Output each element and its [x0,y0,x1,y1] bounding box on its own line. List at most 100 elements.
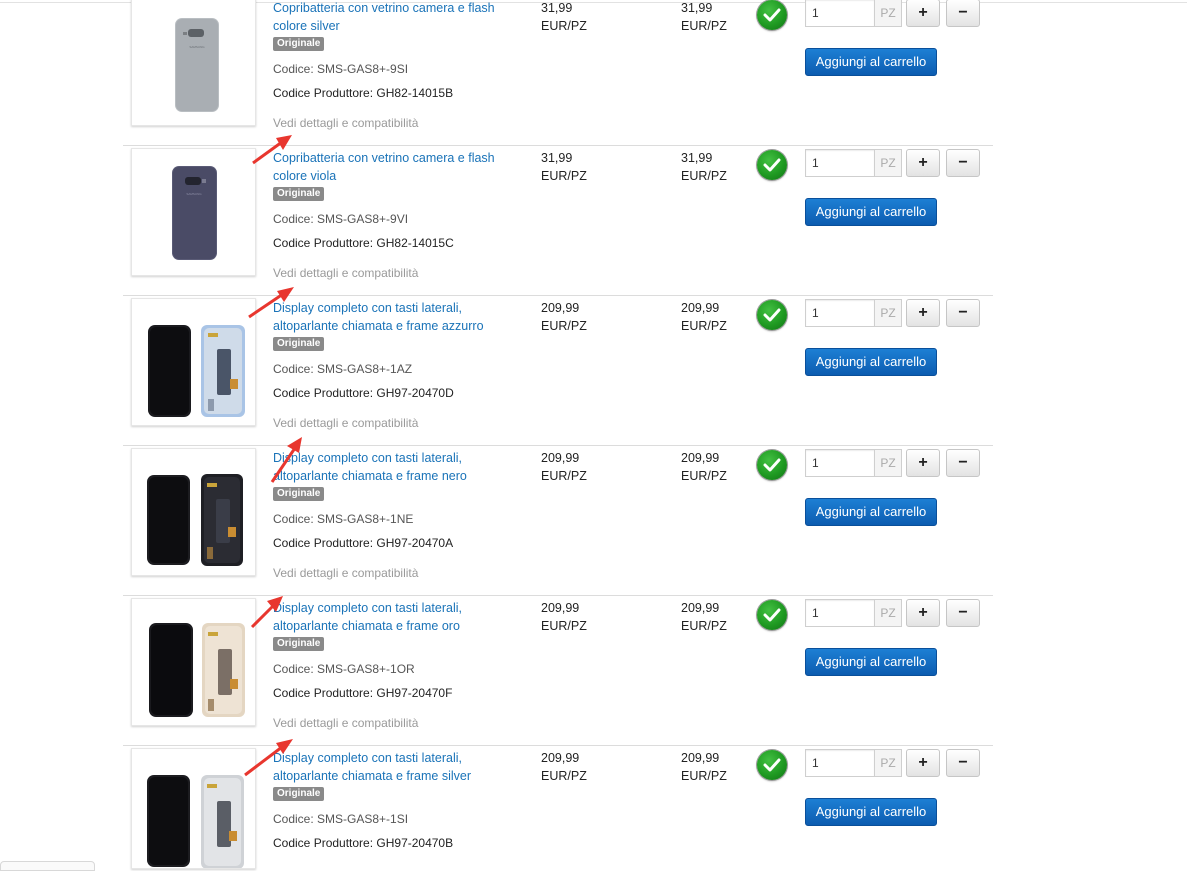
product-title-link[interactable]: Copribatteria con vetrino camera e flash… [273,0,513,35]
unit-label: PZ [874,299,902,327]
producer-code: Codice Produttore: GH97-20470A [273,536,454,550]
decrease-quantity-button[interactable]: − [946,449,980,477]
unit-label: PZ [874,749,902,777]
price-value: 209,99 [541,601,580,615]
quantity-input[interactable] [805,599,875,627]
unit-label: PZ [874,599,902,627]
price-unit: 209,99 EUR/PZ [541,749,587,785]
producer-code: Codice Produttore: GH82-14015C [273,236,454,250]
product-image[interactable] [131,448,256,576]
quantity-input[interactable] [805,0,875,27]
increase-quantity-button[interactable]: + [906,149,940,177]
price-total: 209,99 EUR/PZ [681,449,727,485]
product-row: Display completo con tasti laterali, alt… [123,296,993,446]
add-to-cart-button[interactable]: Aggiungi al carrello [805,798,937,826]
product-title-link[interactable]: Display completo con tasti laterali, alt… [273,749,513,785]
increase-quantity-button[interactable]: + [906,749,940,777]
price-unit: 209,99 EUR/PZ [541,299,587,335]
increase-quantity-button[interactable]: + [906,299,940,327]
price-currency: EUR/PZ [541,769,587,783]
add-to-cart-button[interactable]: Aggiungi al carrello [805,498,937,526]
svg-text:SAMSUNG: SAMSUNG [186,192,202,196]
price-value: 209,99 [541,301,580,315]
product-title-link[interactable]: Display completo con tasti laterali, alt… [273,599,513,635]
product-row: SAMSUNG Copribatteria con vetrino camera… [123,0,993,146]
product-code: Codice: SMS-GAS8+-9VI [273,212,409,226]
add-to-cart-button[interactable]: Aggiungi al carrello [805,48,937,76]
price-currency: EUR/PZ [681,769,727,783]
add-to-cart-button[interactable]: Aggiungi al carrello [805,648,937,676]
details-link[interactable]: Vedi dettagli e compatibilità [273,116,418,130]
check-circle-icon [757,150,787,180]
quantity-input[interactable] [805,299,875,327]
price-currency: EUR/PZ [681,19,727,33]
details-link[interactable]: Vedi dettagli e compatibilità [273,416,418,430]
decrease-quantity-button[interactable]: − [946,149,980,177]
product-image[interactable] [131,748,256,869]
product-image[interactable] [131,298,256,426]
details-link[interactable]: Vedi dettagli e compatibilità [273,266,418,280]
add-to-cart-button[interactable]: Aggiungi al carrello [805,198,937,226]
quantity-input[interactable] [805,149,875,177]
svg-text:SAMSUNG: SAMSUNG [189,45,205,49]
product-image[interactable]: SAMSUNG [131,148,256,276]
product-image[interactable]: SAMSUNG [131,0,256,126]
product-title-link[interactable]: Display completo con tasti laterali, alt… [273,449,513,485]
check-circle-icon [757,600,787,630]
product-code: Codice: SMS-GAS8+-1SI [273,812,409,826]
decrease-quantity-button[interactable]: − [946,0,980,27]
original-badge: Originale [273,187,325,201]
price-value: 31,99 [681,1,713,15]
price-value: 31,99 [541,151,573,165]
price-unit: 209,99 EUR/PZ [541,449,587,485]
price-currency: EUR/PZ [681,469,727,483]
price-currency: EUR/PZ [541,319,587,333]
check-circle-icon [757,300,787,330]
price-currency: EUR/PZ [541,169,587,183]
original-badge: Originale [273,37,325,51]
browser-status-tab [0,861,95,871]
product-title-link[interactable]: Copribatteria con vetrino camera e flash… [273,149,513,185]
check-circle-icon [757,450,787,480]
price-currency: EUR/PZ [681,619,727,633]
increase-quantity-button[interactable]: + [906,599,940,627]
product-row: Display completo con tasti laterali, alt… [123,446,993,596]
increase-quantity-button[interactable]: + [906,449,940,477]
price-value: 209,99 [681,301,720,315]
add-to-cart-button[interactable]: Aggiungi al carrello [805,348,937,376]
price-total: 209,99 EUR/PZ [681,599,727,635]
price-value: 209,99 [681,451,720,465]
producer-code: Codice Produttore: GH97-20470D [273,386,454,400]
price-value: 31,99 [541,1,573,15]
price-value: 209,99 [541,751,580,765]
details-link[interactable]: Vedi dettagli e compatibilità [273,716,418,730]
product-row: Display completo con tasti laterali, alt… [123,596,993,746]
unit-label: PZ [874,449,902,477]
product-code: Codice: SMS-GAS8+-1AZ [273,362,413,376]
producer-code: Codice Produttore: GH82-14015B [273,86,454,100]
decrease-quantity-button[interactable]: − [946,749,980,777]
details-link[interactable]: Vedi dettagli e compatibilità [273,566,418,580]
product-code: Codice: SMS-GAS8+-1NE [273,512,414,526]
producer-code: Codice Produttore: GH97-20470F [273,686,453,700]
product-row: SAMSUNG Copribatteria con vetrino camera… [123,146,993,296]
price-total: 209,99 EUR/PZ [681,299,727,335]
price-value: 209,99 [681,751,720,765]
decrease-quantity-button[interactable]: − [946,599,980,627]
price-value: 209,99 [541,451,580,465]
quantity-input[interactable] [805,749,875,777]
producer-code: Codice Produttore: GH97-20470B [273,836,454,850]
price-unit: 31,99 EUR/PZ [541,0,587,35]
decrease-quantity-button[interactable]: − [946,299,980,327]
quantity-input[interactable] [805,449,875,477]
original-badge: Originale [273,637,325,651]
check-circle-icon [757,750,787,780]
price-currency: EUR/PZ [681,319,727,333]
unit-label: PZ [874,0,902,27]
product-title-link[interactable]: Display completo con tasti laterali, alt… [273,299,513,335]
product-image[interactable] [131,598,256,726]
original-badge: Originale [273,337,325,351]
increase-quantity-button[interactable]: + [906,0,940,27]
check-circle-icon [757,0,787,30]
price-value: 31,99 [681,151,713,165]
